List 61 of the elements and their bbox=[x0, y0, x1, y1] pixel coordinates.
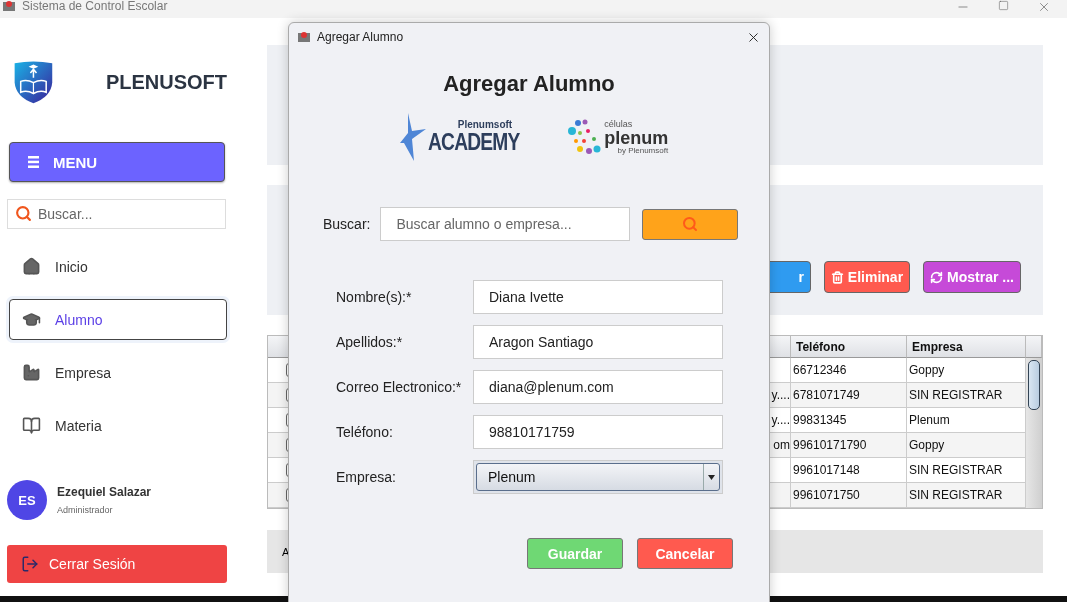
search-label: Buscar: bbox=[323, 216, 371, 232]
company-dropdown[interactable]: Plenum bbox=[473, 460, 723, 494]
field-label: Empresa: bbox=[336, 469, 397, 485]
house-icon bbox=[22, 257, 41, 276]
table-cell: 99610171790 bbox=[791, 433, 907, 458]
table-cell: 9961071750 bbox=[791, 483, 907, 508]
celulas-plenum-logo: células plenum by Plenumsoft bbox=[568, 119, 669, 155]
maximize-icon[interactable] bbox=[998, 0, 1009, 11]
factory-icon bbox=[22, 363, 41, 382]
refresh-icon bbox=[930, 270, 944, 284]
user-avatar: ES bbox=[7, 480, 47, 520]
table-cell: 66712346 bbox=[791, 358, 907, 383]
nav-item[interactable]: Alumno bbox=[9, 299, 227, 340]
brand-name: PLENUSOFT bbox=[105, 70, 227, 94]
table-cell: 99831345 bbox=[791, 408, 907, 433]
field-label: Teléfono: bbox=[336, 424, 394, 440]
scrollbar[interactable] bbox=[1026, 358, 1042, 508]
table-cell: Goppy bbox=[907, 358, 1026, 383]
book-icon bbox=[22, 416, 41, 435]
table-cell: SIN REGISTRAR bbox=[907, 483, 1026, 508]
search-icon bbox=[15, 205, 32, 222]
search-icon bbox=[682, 216, 699, 232]
window-title: Sistema de Control Escolar bbox=[22, 0, 168, 12]
table-cell: SIN REGISTRAR bbox=[907, 383, 1026, 408]
graduation-cap-icon bbox=[22, 310, 41, 329]
table-cell: Plenum bbox=[907, 408, 1026, 433]
table-cell: 6781071749 bbox=[791, 383, 907, 408]
input-field[interactable]: 98810171759 bbox=[473, 415, 723, 449]
caret-icon bbox=[708, 474, 715, 480]
logout-button[interactable]: Cerrar Sesión bbox=[7, 545, 227, 583]
search-field[interactable]: Buscar alumno o empresa... bbox=[380, 207, 631, 241]
field-label: Correo Electronico:* bbox=[336, 379, 463, 395]
dialog-title: Agregar Alumno bbox=[317, 30, 404, 44]
door-exit-icon bbox=[21, 555, 39, 573]
nav-item[interactable]: Empresa bbox=[9, 352, 227, 393]
scroll-thumb[interactable] bbox=[1028, 360, 1040, 410]
toolbar-button[interactable]: Mostrar ... bbox=[923, 261, 1021, 293]
input-field[interactable]: Diana Ivette bbox=[473, 280, 723, 314]
menu-icon bbox=[28, 156, 39, 168]
column-header[interactable]: Empresa bbox=[907, 336, 1026, 358]
table-cell: SIN REGISTRAR bbox=[907, 458, 1026, 483]
field-label: Nombre(s):* bbox=[336, 289, 413, 305]
academy-logo: Plenumsoft ACADEMY bbox=[399, 113, 543, 161]
dialog-heading: Agregar Alumno bbox=[442, 71, 616, 97]
input-field[interactable]: diana@plenum.com bbox=[473, 370, 723, 404]
menu-button[interactable]: MENU bbox=[9, 142, 225, 182]
nav-item[interactable]: Inicio bbox=[9, 246, 227, 287]
field-label: Apellidos:* bbox=[336, 334, 404, 350]
nav-item[interactable]: Materia bbox=[9, 405, 227, 446]
app-icon bbox=[2, 0, 16, 12]
user-name: Ezequiel Salazar bbox=[57, 485, 152, 499]
user-role: Administrador bbox=[57, 505, 114, 515]
trash-icon bbox=[830, 270, 844, 284]
close-icon[interactable] bbox=[1037, 0, 1051, 14]
table-cell: Goppy bbox=[907, 433, 1026, 458]
table-cell: 9961017148 bbox=[791, 458, 907, 483]
column-header[interactable]: Teléfono bbox=[791, 336, 907, 358]
search-field[interactable]: Buscar... bbox=[7, 199, 226, 229]
app-icon bbox=[297, 31, 311, 43]
search-button[interactable] bbox=[642, 208, 739, 240]
input-field[interactable]: Aragon Santiago bbox=[473, 325, 723, 359]
